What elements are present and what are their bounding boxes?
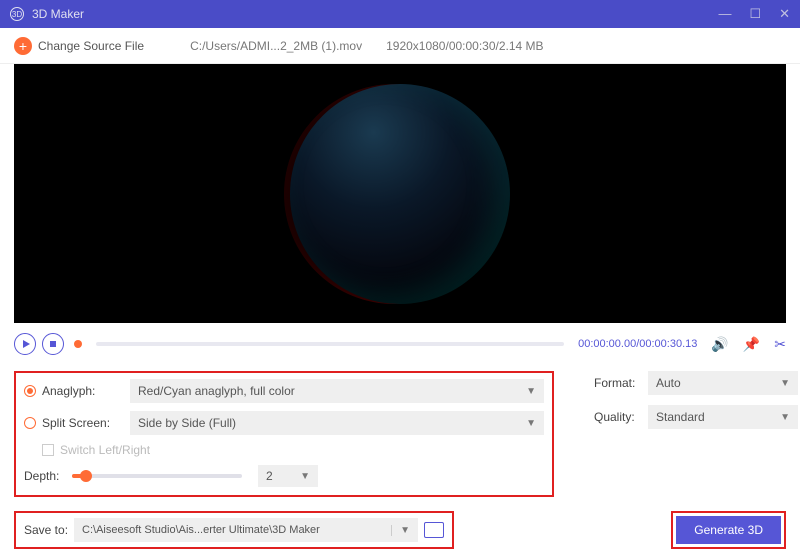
save-path-dropdown[interactable]: C:\Aiseesoft Studio\Ais...erter Ultimate…: [74, 518, 418, 542]
switch-checkbox[interactable]: [42, 444, 54, 456]
app-logo-icon: 3D: [10, 7, 24, 21]
split-dropdown[interactable]: Side by Side (Full) ▼: [130, 411, 544, 435]
generate-button[interactable]: Generate 3D: [676, 516, 781, 544]
cut-icon[interactable]: ✂: [774, 336, 786, 353]
depth-label: Depth:: [24, 469, 72, 483]
volume-icon[interactable]: 🔊: [711, 336, 728, 353]
quality-value: Standard: [656, 410, 705, 424]
chevron-down-icon: ▼: [526, 386, 536, 397]
time-display: 00:00:00.00/00:00:30.13: [578, 338, 697, 350]
bottom-bar: Save to: C:\Aiseesoft Studio\Ais...erter…: [14, 511, 786, 549]
anaglyph-value: Red/Cyan anaglyph, full color: [138, 384, 295, 398]
chevron-down-icon: ▼: [300, 471, 310, 482]
chevron-down-icon: ▼: [391, 525, 410, 536]
split-label: Split Screen:: [42, 416, 130, 430]
close-button[interactable]: ✕: [779, 6, 790, 22]
depth-dropdown[interactable]: 2 ▼: [258, 465, 318, 487]
chevron-down-icon: ▼: [526, 418, 536, 429]
toolbar: + Change Source File C:/Users/ADMI...2_2…: [0, 28, 800, 64]
anaglyph-dropdown[interactable]: Red/Cyan anaglyph, full color ▼: [130, 379, 544, 403]
source-path: C:/Users/ADMI...2_2MB (1).mov: [190, 39, 362, 53]
output-group: Format: Auto ▼ Quality: Standard ▼: [594, 371, 798, 497]
save-label: Save to:: [24, 523, 68, 537]
seek-slider[interactable]: [96, 342, 564, 346]
anaglyph-radio[interactable]: [24, 385, 36, 397]
mode-group: Anaglyph: Red/Cyan anaglyph, full color …: [14, 371, 554, 497]
settings-area: Anaglyph: Red/Cyan anaglyph, full color …: [14, 371, 786, 497]
minimize-button[interactable]: —: [718, 6, 731, 22]
chevron-down-icon: ▼: [780, 412, 790, 423]
play-button[interactable]: [14, 333, 36, 355]
video-preview: [14, 64, 786, 323]
time-total: 00:00:30.13: [639, 338, 697, 350]
window-controls: — ☐ ✕: [718, 6, 790, 22]
split-radio[interactable]: [24, 417, 36, 429]
quality-dropdown[interactable]: Standard ▼: [648, 405, 798, 429]
depth-value: 2: [266, 469, 273, 483]
split-value: Side by Side (Full): [138, 416, 236, 430]
time-current: 00:00:00.00: [578, 338, 636, 350]
maximize-button[interactable]: ☐: [749, 6, 761, 22]
save-path: C:\Aiseesoft Studio\Ais...erter Ultimate…: [82, 524, 320, 536]
chevron-down-icon: ▼: [780, 378, 790, 389]
preview-frame: [290, 84, 510, 304]
save-group: Save to: C:\Aiseesoft Studio\Ais...erter…: [14, 511, 454, 549]
stop-button[interactable]: [42, 333, 64, 355]
browse-folder-icon[interactable]: [424, 522, 444, 538]
depth-slider[interactable]: [72, 474, 242, 478]
change-source-button[interactable]: Change Source File: [38, 39, 144, 53]
playhead-marker-icon: [74, 340, 82, 348]
transport-bar: 00:00:00.00/00:00:30.13 🔊 📌 ✂: [14, 329, 786, 359]
format-value: Auto: [656, 376, 681, 390]
switch-label: Switch Left/Right: [60, 443, 150, 457]
generate-wrap: Generate 3D: [671, 511, 786, 549]
slider-thumb[interactable]: [80, 470, 92, 482]
quality-label: Quality:: [594, 410, 648, 424]
window-title: 3D Maker: [32, 7, 84, 21]
anaglyph-label: Anaglyph:: [42, 384, 130, 398]
snapshot-icon[interactable]: 📌: [743, 336, 760, 353]
source-meta: 1920x1080/00:00:30/2.14 MB: [386, 39, 543, 53]
add-icon[interactable]: +: [14, 37, 32, 55]
titlebar: 3D 3D Maker — ☐ ✕: [0, 0, 800, 28]
format-dropdown[interactable]: Auto ▼: [648, 371, 798, 395]
format-label: Format:: [594, 376, 648, 390]
